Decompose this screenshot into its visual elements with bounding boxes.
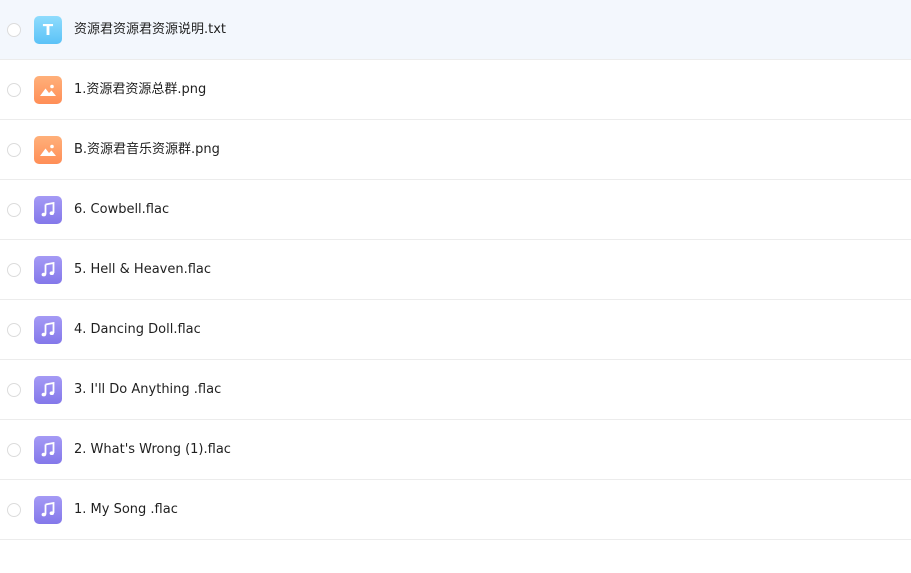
file-name[interactable]: 1.资源君资源总群.png <box>74 81 206 99</box>
music-file-icon <box>34 495 62 524</box>
music-file-icon <box>34 315 62 344</box>
file-row[interactable]: 2. What's Wrong (1).flac <box>0 420 911 480</box>
music-file-icon <box>34 255 62 284</box>
image-file-icon <box>34 75 62 104</box>
music-file-icon <box>34 375 62 404</box>
row-checkbox[interactable] <box>7 82 21 97</box>
row-checkbox[interactable] <box>7 322 21 337</box>
file-name[interactable]: 资源君资源君资源说明.txt <box>74 21 226 39</box>
file-row[interactable]: B.资源君音乐资源群.png <box>0 120 911 180</box>
file-name[interactable]: 4. Dancing Doll.flac <box>74 321 201 339</box>
file-name[interactable]: 5. Hell & Heaven.flac <box>74 261 211 279</box>
file-row[interactable]: 1. My Song .flac <box>0 480 911 540</box>
file-row[interactable]: 1.资源君资源总群.png <box>0 60 911 120</box>
file-name[interactable]: 6. Cowbell.flac <box>74 201 169 219</box>
file-name[interactable]: B.资源君音乐资源群.png <box>74 141 220 159</box>
file-row[interactable]: 6. Cowbell.flac <box>0 180 911 240</box>
row-checkbox[interactable] <box>7 502 21 517</box>
image-file-icon <box>34 135 62 164</box>
text-file-icon: T <box>34 15 62 44</box>
music-file-icon <box>34 195 62 224</box>
music-file-icon <box>34 435 62 464</box>
row-checkbox[interactable] <box>7 22 21 37</box>
row-checkbox[interactable] <box>7 262 21 277</box>
file-list: T 资源君资源君资源说明.txt 1.资源君资源总群.png B.资源君音乐资源… <box>0 0 911 540</box>
file-name[interactable]: 1. My Song .flac <box>74 501 178 519</box>
file-name[interactable]: 3. I'll Do Anything .flac <box>74 381 221 399</box>
row-checkbox[interactable] <box>7 142 21 157</box>
row-checkbox[interactable] <box>7 202 21 217</box>
file-row[interactable]: 5. Hell & Heaven.flac <box>0 240 911 300</box>
row-checkbox[interactable] <box>7 442 21 457</box>
row-checkbox[interactable] <box>7 382 21 397</box>
file-row[interactable]: 3. I'll Do Anything .flac <box>0 360 911 420</box>
file-row[interactable]: T 资源君资源君资源说明.txt <box>0 0 911 60</box>
file-name[interactable]: 2. What's Wrong (1).flac <box>74 441 231 459</box>
file-row[interactable]: 4. Dancing Doll.flac <box>0 300 911 360</box>
